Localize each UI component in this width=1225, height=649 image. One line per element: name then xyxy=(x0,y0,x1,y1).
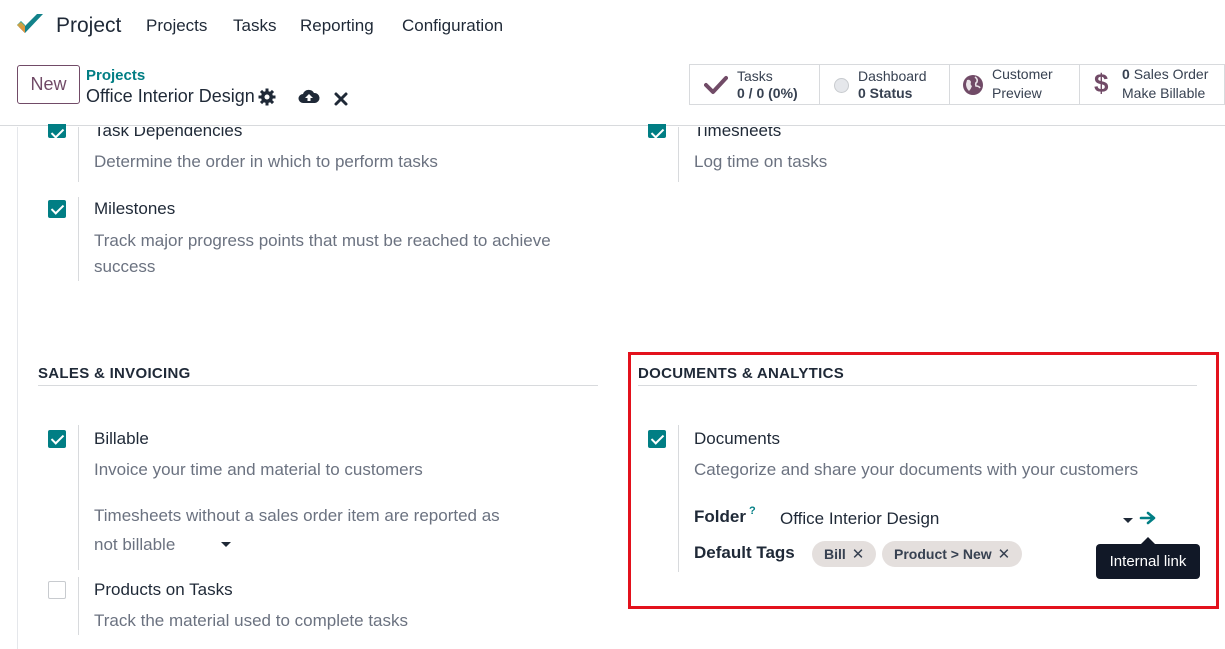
internal-link-tooltip: Internal link xyxy=(1096,537,1200,579)
milestones-divider xyxy=(78,197,79,281)
chevron-down-icon[interactable] xyxy=(1123,518,1133,523)
billable-divider xyxy=(78,425,79,570)
globe-icon xyxy=(963,75,983,95)
products-on-tasks-title: Products on Tasks xyxy=(94,580,233,599)
products-on-tasks-desc: Track the material used to complete task… xyxy=(94,611,409,630)
close-icon[interactable] xyxy=(332,89,350,109)
task-dependencies-title-clip: Task Dependencies xyxy=(94,127,394,149)
folder-select[interactable]: Office Interior Design xyxy=(780,509,939,529)
app-name[interactable]: Project xyxy=(56,14,121,38)
billable-checkbox[interactable] xyxy=(48,430,66,448)
gear-icon[interactable] xyxy=(257,87,277,107)
tag-bill: Bill ✕ xyxy=(812,541,877,568)
check-icon xyxy=(704,76,728,94)
dashboard-stat-value: 0 Status xyxy=(858,85,913,101)
record-title: Office Interior Design xyxy=(86,86,255,106)
breadcrumb-projects[interactable]: Projects xyxy=(86,67,145,84)
documents-divider xyxy=(678,425,679,572)
documents-checkbox[interactable] xyxy=(648,430,666,448)
menu-projects[interactable]: Projects xyxy=(146,16,207,36)
task-dependencies-divider xyxy=(78,127,79,182)
documents-analytics-rule xyxy=(638,385,1197,386)
documents-analytics-heading: DOCUMENTS & ANALYTICS xyxy=(638,365,845,382)
sales-order-button[interactable]: $ 0 Sales Order Make Billable xyxy=(1079,64,1225,105)
control-panel: New Projects Office Interior Design Task… xyxy=(0,52,1225,126)
dollar-icon: $ xyxy=(1094,68,1109,98)
task-dependencies-title: Task Dependencies xyxy=(94,127,243,140)
internal-link-arrow-icon[interactable] xyxy=(1139,510,1157,526)
task-dependencies-checkbox[interactable] xyxy=(48,124,66,138)
dashboard-stat-button[interactable]: Dashboard 0 Status xyxy=(819,64,950,105)
customer-preview-label1: Customer xyxy=(992,66,1053,82)
new-button[interactable]: New xyxy=(17,65,80,104)
tasks-stat-label: Tasks xyxy=(737,68,773,84)
tasks-stat-value: 0 / 0 (0%) xyxy=(737,85,798,101)
timesheets-title-clip: Timesheets xyxy=(694,127,894,149)
make-billable-label: Make Billable xyxy=(1122,85,1206,101)
task-dependencies-desc: Determine the order in which to perform … xyxy=(94,152,438,171)
customer-preview-label2: Preview xyxy=(992,85,1042,101)
products-on-tasks-divider xyxy=(78,577,79,635)
dashboard-stat-label: Dashboard xyxy=(858,68,927,84)
folder-label: Folder xyxy=(694,507,746,526)
tasks-stat-button[interactable]: Tasks 0 / 0 (0%) xyxy=(689,64,820,105)
billable-desc: Invoice your time and material to custom… xyxy=(94,460,423,479)
timesheets-checkbox[interactable] xyxy=(648,124,666,138)
app-logo-icon[interactable] xyxy=(15,12,45,38)
customer-preview-button[interactable]: Customer Preview xyxy=(949,64,1080,105)
sales-order-label: 0 Sales Order xyxy=(1122,66,1209,82)
menu-reporting[interactable]: Reporting xyxy=(300,16,374,36)
tag-product-new: Product > New ✕ xyxy=(882,541,1023,568)
timesheets-title: Timesheets xyxy=(694,127,782,140)
status-dot-icon xyxy=(834,78,849,93)
billable-report-select[interactable]: not billable xyxy=(94,535,175,555)
menu-tasks[interactable]: Tasks xyxy=(233,16,276,36)
products-on-tasks-checkbox[interactable] xyxy=(48,581,66,599)
documents-desc: Categorize and share your documents with… xyxy=(694,460,1139,479)
sales-invoicing-rule xyxy=(38,385,598,386)
milestones-desc: Track major progress points that must be… xyxy=(94,231,551,276)
cloud-upload-icon[interactable] xyxy=(298,87,320,107)
chevron-down-icon[interactable] xyxy=(221,542,231,547)
top-navbar: Project Projects Tasks Reporting Configu… xyxy=(0,0,1225,52)
menu-configuration[interactable]: Configuration xyxy=(402,16,503,36)
timesheets-desc: Log time on tasks xyxy=(694,152,828,171)
billable-title: Billable xyxy=(94,429,149,448)
remove-tag-icon[interactable]: ✕ xyxy=(852,542,865,568)
billable-extra-text: Timesheets without a sales order item ar… xyxy=(94,506,500,525)
help-tooltip-icon[interactable]: ? xyxy=(749,505,756,517)
default-tags-label: Default Tags xyxy=(694,543,795,562)
documents-title: Documents xyxy=(694,429,780,448)
sales-invoicing-heading: SALES & INVOICING xyxy=(38,365,191,382)
milestones-checkbox[interactable] xyxy=(48,200,66,218)
remove-tag-icon[interactable]: ✕ xyxy=(998,542,1011,568)
timesheets-divider xyxy=(678,127,679,182)
milestones-title: Milestones xyxy=(94,199,176,218)
